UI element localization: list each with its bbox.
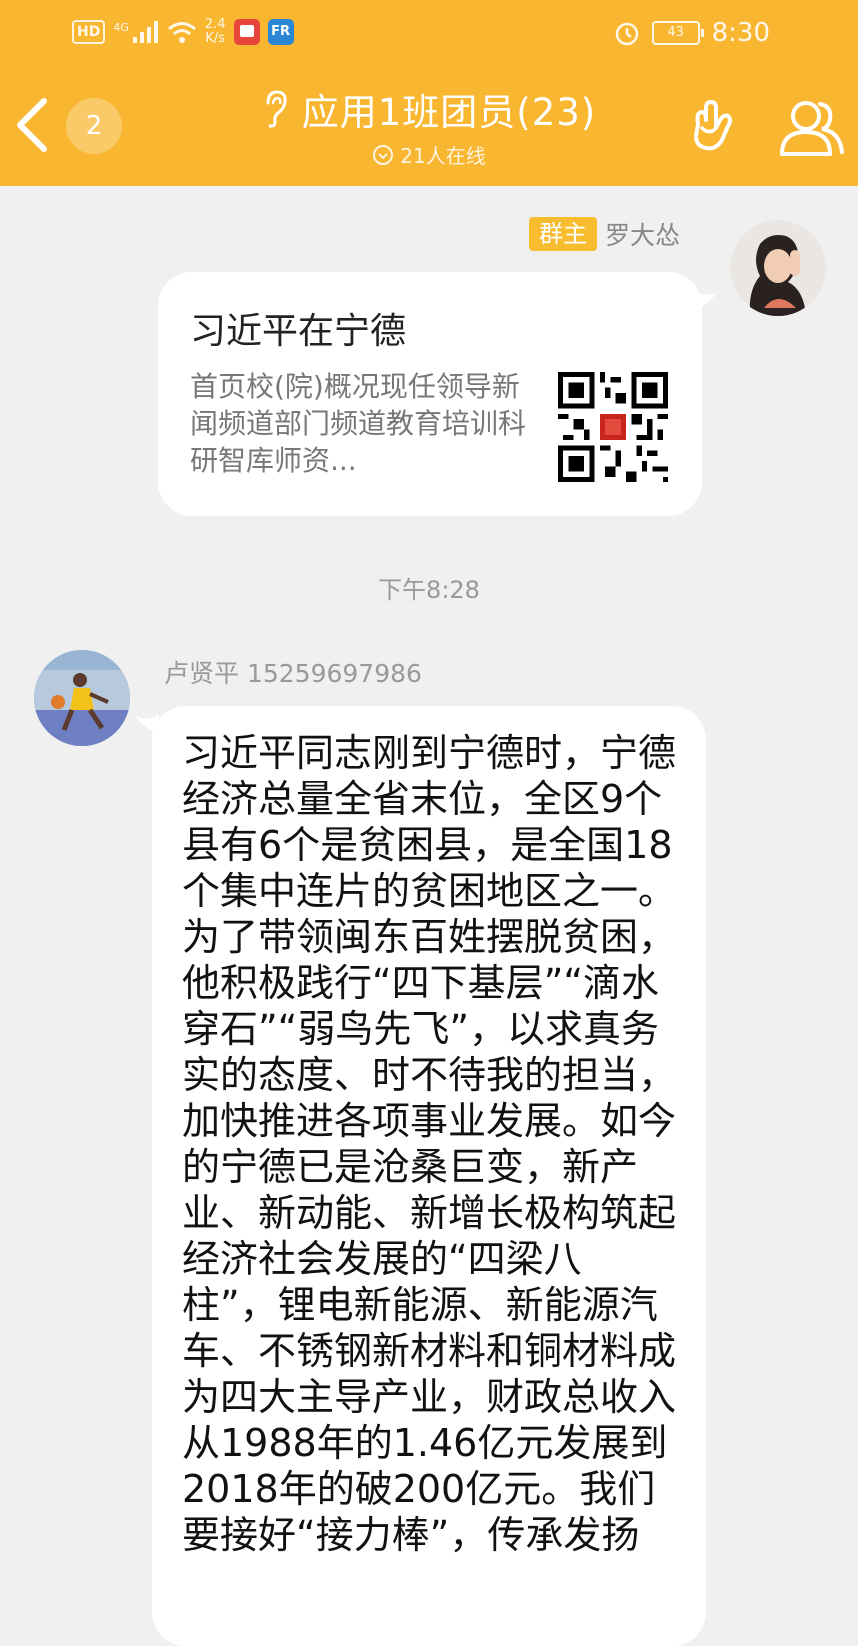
- online-status: 21人在线: [372, 140, 486, 169]
- card-title: 习近平在宁德: [190, 311, 407, 352]
- hand-gesture-icon[interactable]: [688, 98, 740, 154]
- network-speed: 2.4 K/s: [205, 18, 226, 46]
- hd-indicator: HD: [72, 20, 106, 44]
- clock-time: 8:30: [711, 18, 770, 48]
- sender-line-owner: 群主 罗大怂: [528, 216, 680, 252]
- wifi-icon: [167, 22, 196, 43]
- signal-icon: [132, 21, 158, 43]
- battery-indicator: 43: [651, 21, 704, 45]
- card-description: 首页校(院)概况现任领导新闻频道部门频道教育培训科研智库师资...: [190, 370, 527, 477]
- time-divider: 下午8:28: [378, 576, 480, 604]
- network-type: 4G: [113, 20, 129, 34]
- ear-icon: [266, 90, 287, 128]
- link-card-bubble[interactable]: 习近平在宁德 首页校(院)概况现任领导新闻频道部门频道教育培训科研智库师资...: [158, 272, 702, 516]
- sender-name[interactable]: 罗大怂: [605, 216, 680, 252]
- status-left: HD 4G 2.4 K/s FR: [72, 18, 294, 46]
- online-clock-icon: [373, 144, 394, 165]
- bubble-tail: [694, 290, 718, 312]
- owner-badge: 群主: [528, 217, 597, 251]
- online-count: 21人在线: [400, 144, 486, 168]
- avatar[interactable]: [34, 650, 130, 746]
- group-members-icon[interactable]: [776, 96, 846, 160]
- book-app-icon: [233, 19, 260, 45]
- message-text: 习近平同志刚到宁德时，宁德经济总量全省末位，全区9个县有6个是贫困县，是全国18…: [182, 731, 677, 1557]
- fr-app-icon: FR: [267, 19, 294, 45]
- status-bar: HD 4G 2.4 K/s FR 43 8:30: [0, 0, 858, 70]
- alarm-icon: [615, 22, 638, 46]
- speed-unit: K/s: [205, 31, 226, 46]
- bubble-tail: [135, 714, 159, 736]
- title-row: 应用1班团员(23): [262, 82, 597, 136]
- avatar[interactable]: [730, 220, 826, 316]
- chat-title[interactable]: 应用1班团员(23): [302, 82, 597, 136]
- status-right: 43 8:30: [614, 18, 770, 48]
- sender-name[interactable]: 卢贤平 15259697986: [164, 654, 422, 690]
- qr-code-icon: [558, 372, 668, 482]
- chat-header: HD 4G 2.4 K/s FR 43 8:30 2 应用1班团员(23) 21…: [0, 0, 858, 186]
- speed-value: 2.4: [204, 17, 226, 32]
- text-message-bubble[interactable]: 习近平同志刚到宁德时，宁德经济总量全省末位，全区9个县有6个是贫困县，是全国18…: [152, 706, 706, 1646]
